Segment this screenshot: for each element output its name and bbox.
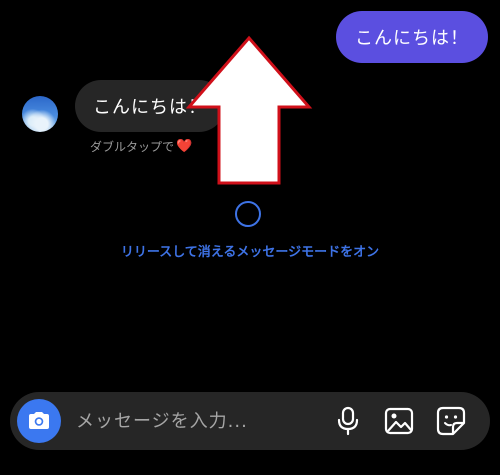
camera-button[interactable] (17, 399, 61, 443)
vanish-mode-indicator (235, 201, 261, 227)
microphone-icon (337, 406, 359, 436)
sticker-icon (436, 406, 466, 436)
annotation-arrow-icon (185, 35, 313, 185)
chat-area: こんにちは！ こんにちは！ ダブルタップで ❤️ リリースして消えるメッセージモ… (0, 0, 500, 385)
vanish-mode-label: リリースして消えるメッセージモードをオン (120, 245, 380, 260)
gallery-icon (384, 407, 414, 435)
sticker-button[interactable] (435, 405, 467, 437)
message-composer (10, 392, 490, 450)
gallery-button[interactable] (383, 405, 415, 437)
camera-icon (29, 412, 49, 429)
microphone-button[interactable] (332, 405, 364, 437)
message-input[interactable] (76, 406, 316, 436)
